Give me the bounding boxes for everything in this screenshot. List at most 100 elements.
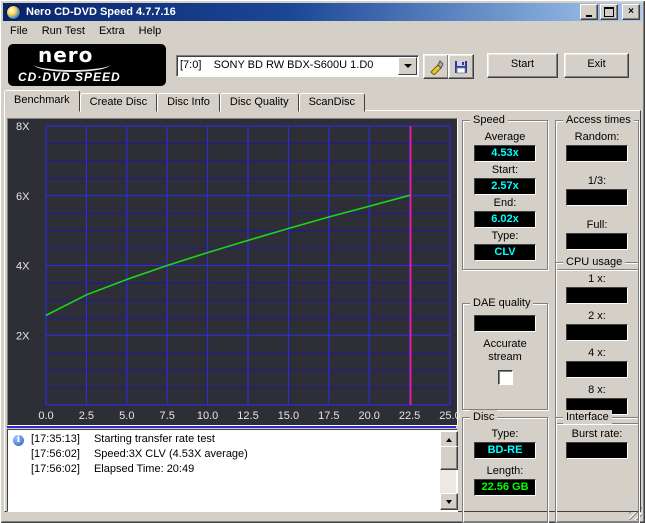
group-disc-title: Disc	[470, 410, 498, 424]
start-button[interactable]: Start	[487, 53, 558, 78]
drive-selector-value: [7:0] SONY BD RW BDX-S600U 1.D0	[180, 59, 374, 71]
log-text: Speed:3X CLV (4.53X average)	[93, 448, 248, 461]
tab-benchmark[interactable]: Benchmark	[4, 90, 80, 112]
drive-selector[interactable]: [7:0] SONY BD RW BDX-S600U 1.D0	[176, 55, 419, 77]
scroll-down-button[interactable]	[440, 493, 458, 510]
speed-type-label: Type:	[491, 230, 519, 242]
menu-item-help[interactable]: Help	[132, 23, 169, 39]
svg-text:15.0: 15.0	[278, 410, 299, 422]
drive-selector-dropdown-button[interactable]	[398, 57, 417, 75]
access-full-value	[566, 233, 628, 250]
speed-average-value: 4.53x	[474, 145, 536, 162]
log-list[interactable]: i [17:35:13] Starting transfer rate test […	[9, 431, 440, 510]
svg-text:2X: 2X	[16, 330, 30, 342]
window: Nero CD-DVD Speed 4.7.7.16 × File Run Te…	[0, 0, 645, 523]
accurate-stream-checkbox[interactable]	[497, 370, 513, 385]
app-icon	[6, 4, 21, 20]
disc-length-value: 22.56 GB	[474, 479, 536, 496]
scroll-thumb[interactable]	[440, 446, 458, 470]
group-speed-title: Speed	[470, 113, 508, 127]
menu-bar: File Run Test Extra Help	[3, 21, 642, 40]
close-button[interactable]: ×	[622, 4, 640, 20]
chevron-down-icon	[403, 64, 412, 68]
arrow-up-icon	[446, 437, 452, 442]
cpu-1x-value	[566, 287, 628, 304]
log-panel: i [17:35:13] Starting transfer rate test […	[7, 429, 458, 512]
menu-item-run-test[interactable]: Run Test	[35, 23, 92, 39]
dae-score-value	[474, 315, 536, 332]
chart-svg: 2X 4X 6X 8X 0.0 2.5 5.0 7.5 10.0 12.5 15.0 17.5 20.0…	[16, 121, 461, 422]
svg-text:17.5: 17.5	[318, 410, 339, 422]
access-full-label: Full:	[586, 219, 608, 231]
speed-start-label: Start:	[491, 164, 519, 176]
cpu-1x-label: 1 x:	[588, 273, 606, 285]
speed-average-label: Average	[484, 131, 526, 143]
cpu-4x-value	[566, 361, 628, 378]
svg-text:2.5: 2.5	[79, 410, 94, 422]
settings-button[interactable]	[423, 54, 449, 79]
tab-disc-quality[interactable]: Disc Quality	[219, 93, 299, 112]
minimize-button[interactable]	[580, 4, 598, 20]
access-random-value	[566, 145, 628, 162]
save-button[interactable]	[448, 54, 474, 79]
group-speed: Speed Average 4.53x Start: 2.57x End: 6.…	[462, 113, 548, 270]
menu-item-extra[interactable]: Extra	[92, 23, 132, 39]
benchmark-chart: 2X 4X 6X 8X 0.0 2.5 5.0 7.5 10.0 12.5 15.0 17.5 20.0…	[7, 118, 461, 426]
log-time: [17:56:02]	[31, 463, 80, 476]
log-time: [17:56:02]	[31, 448, 80, 461]
svg-text:5.0: 5.0	[119, 410, 134, 422]
group-interface: Interface Burst rate:	[555, 410, 639, 523]
speed-end-value: 6.02x	[474, 211, 536, 228]
tab-disc-info[interactable]: Disc Info	[157, 93, 220, 112]
access-one-third-label: 1/3:	[587, 175, 607, 187]
cpu-2x-label: 2 x:	[588, 310, 606, 322]
svg-text:0.0: 0.0	[38, 410, 53, 422]
group-access-times: Access times Random: 1/3: Full:	[555, 113, 639, 270]
svg-text:20.0: 20.0	[358, 410, 379, 422]
title-bar[interactable]: Nero CD-DVD Speed 4.7.7.16 ×	[3, 3, 642, 21]
log-time: [17:35:13]	[31, 433, 80, 445]
disc-type-label: Type:	[491, 428, 519, 440]
accurate-stream-label: Accurate stream	[483, 338, 527, 363]
svg-text:4X: 4X	[16, 261, 30, 273]
exit-button[interactable]: Exit	[564, 53, 629, 78]
access-random-label: Random:	[574, 131, 620, 143]
nero-logo: nero CD·DVD SPEED	[8, 44, 166, 86]
burst-rate-value	[566, 442, 628, 459]
menu-item-file[interactable]: File	[3, 23, 35, 39]
log-line: [17:56:02] Elapsed Time: 20:49	[9, 461, 440, 476]
svg-text:7.5: 7.5	[160, 410, 175, 422]
close-icon: ×	[628, 6, 634, 17]
svg-text:6X: 6X	[16, 191, 30, 203]
group-interface-title: Interface	[563, 410, 612, 424]
log-line: i [17:35:13] Starting transfer rate test	[9, 431, 440, 447]
speed-type-value: CLV	[474, 244, 536, 261]
speed-end-label: End:	[493, 197, 517, 209]
maximize-icon	[604, 7, 614, 17]
info-icon: i	[13, 435, 24, 447]
maximize-button[interactable]	[600, 4, 618, 20]
log-text: Starting transfer rate test	[93, 433, 215, 445]
minimize-icon	[586, 14, 592, 17]
tab-bar: Benchmark Create Disc Disc Info Disc Qua…	[4, 90, 641, 112]
speed-start-value: 2.57x	[474, 178, 536, 195]
svg-text:22.5: 22.5	[399, 410, 420, 422]
group-dae-quality: DAE quality Accurate stream	[462, 296, 548, 410]
group-cpu-usage: CPU usage 1 x: 2 x: 4 x: 8 x:	[555, 255, 639, 424]
cpu-4x-label: 4 x:	[588, 347, 606, 359]
log-line: [17:56:02] Speed:3X CLV (4.53X average)	[9, 446, 440, 461]
group-access-times-title: Access times	[563, 113, 634, 127]
tab-scandisc[interactable]: ScanDisc	[298, 93, 366, 112]
burst-rate-label: Burst rate:	[571, 428, 623, 440]
log-text: Elapsed Time: 20:49	[93, 463, 195, 476]
group-cpu-usage-title: CPU usage	[563, 255, 626, 269]
cpu-8x-label: 8 x:	[588, 384, 606, 396]
tab-create-disc[interactable]: Create Disc	[79, 93, 158, 112]
chart-log-separator	[7, 426, 456, 428]
arrow-down-icon	[446, 499, 452, 504]
save-icon	[455, 60, 467, 73]
svg-text:25.0: 25.0	[439, 410, 460, 422]
log-scrollbar[interactable]	[440, 431, 458, 510]
disc-type-value: BD-RE	[474, 442, 536, 459]
svg-text:8X: 8X	[16, 121, 30, 133]
